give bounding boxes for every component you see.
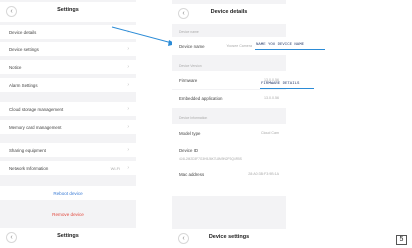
embedded-app-value: 13.0.0.56 xyxy=(264,96,279,100)
network-value: Wi-Fi xyxy=(110,166,120,171)
menu-item-label: Memory card management xyxy=(9,125,62,130)
chevron-right-icon: › xyxy=(127,147,129,153)
chevron-right-icon: › xyxy=(127,82,129,88)
mac-address-value: 28:A0:3B:F3:9B:1A xyxy=(248,172,279,176)
firmware-label: Firmware xyxy=(179,78,198,83)
menu-item-label: Device details xyxy=(9,30,37,35)
menu-item-sharing[interactable]: Sharing equipment › xyxy=(0,143,136,157)
menu-item-label: Notice xyxy=(9,65,22,70)
settings-header: ‹ Settings xyxy=(0,2,136,22)
annotation-underline xyxy=(260,88,314,89)
settings-header-repeat: ‹ Settings xyxy=(0,228,136,248)
menu-item-label: Sharing equipment xyxy=(9,148,46,153)
device-id-value: 4J4L2M2D3F7G3H5J6K7L8M9N2P3Q4R5S xyxy=(179,157,242,161)
mac-address-label: Mac address xyxy=(179,172,205,177)
menu-item-memory-card[interactable]: Memory card management › xyxy=(0,120,136,134)
chevron-right-icon: › xyxy=(127,64,129,70)
menu-item-notice[interactable]: Notice › xyxy=(0,60,136,74)
device-name-value: Yoosee Camera xyxy=(226,44,252,48)
menu-item-label: Cloud storage management xyxy=(9,107,64,112)
chevron-right-icon: › xyxy=(127,165,129,171)
chevron-right-icon: › xyxy=(127,124,129,130)
reboot-device-label: Reboot device xyxy=(53,191,83,196)
chevron-right-icon: › xyxy=(127,29,129,35)
settings-screen: ‹ Settings Device details › Device setti… xyxy=(0,0,136,248)
chevron-right-icon: › xyxy=(127,46,129,52)
menu-item-device-settings[interactable]: Device settings › xyxy=(0,42,136,56)
footer-title: Device settings xyxy=(208,234,250,240)
page-number: 5 xyxy=(396,235,407,245)
menu-item-device-details[interactable]: Device details › xyxy=(0,25,136,39)
reboot-device-button[interactable]: Reboot device xyxy=(0,186,136,200)
device-info-card: Model type Cloud Cam Device ID 4J4L2M2D3… xyxy=(172,124,286,196)
device-name-annotation: NAME YOU DEVICE NAME xyxy=(256,43,305,47)
menu-item-network-info[interactable]: Network Information Wi-Fi › xyxy=(0,161,136,175)
device-details-screen: ‹ Device details Device name Device name… xyxy=(172,0,286,248)
remove-device-button[interactable]: Remove device xyxy=(0,207,136,221)
section-label: Device Version xyxy=(179,64,202,68)
page-title: Settings xyxy=(57,7,79,13)
menu-item-label: Device settings xyxy=(9,47,39,52)
embedded-app-label: Embedded application xyxy=(179,96,223,101)
firmware-row: Firmware 13.0.0.56 xyxy=(172,71,286,89)
model-type-value: Cloud Cam xyxy=(261,131,279,135)
footer-title: Settings xyxy=(57,233,79,239)
firmware-annotation: FIRMWARE DETAILS xyxy=(261,82,300,86)
model-type-label: Model type xyxy=(179,131,201,136)
chevron-right-icon: › xyxy=(127,106,129,112)
section-label: Device Information xyxy=(179,116,208,120)
menu-item-label: Alarm Settings xyxy=(9,83,38,88)
menu-item-cloud-storage[interactable]: Cloud storage management › xyxy=(0,102,136,116)
device-details-header: ‹ Device details xyxy=(172,4,286,24)
device-name-label: Device name xyxy=(179,44,205,49)
device-id-label: Device ID xyxy=(179,148,199,153)
menu-item-label: Network Information xyxy=(9,166,49,171)
remove-device-label: Remove device xyxy=(52,212,84,217)
device-settings-header: ‹ Device settings xyxy=(172,229,286,248)
page-title: Device details xyxy=(210,9,248,15)
embedded-app-row: Embedded application 13.0.0.56 xyxy=(172,90,286,108)
section-label: Device name xyxy=(179,30,199,34)
menu-item-alarm-settings[interactable]: Alarm Settings › xyxy=(0,78,136,92)
annotation-underline xyxy=(255,49,325,50)
